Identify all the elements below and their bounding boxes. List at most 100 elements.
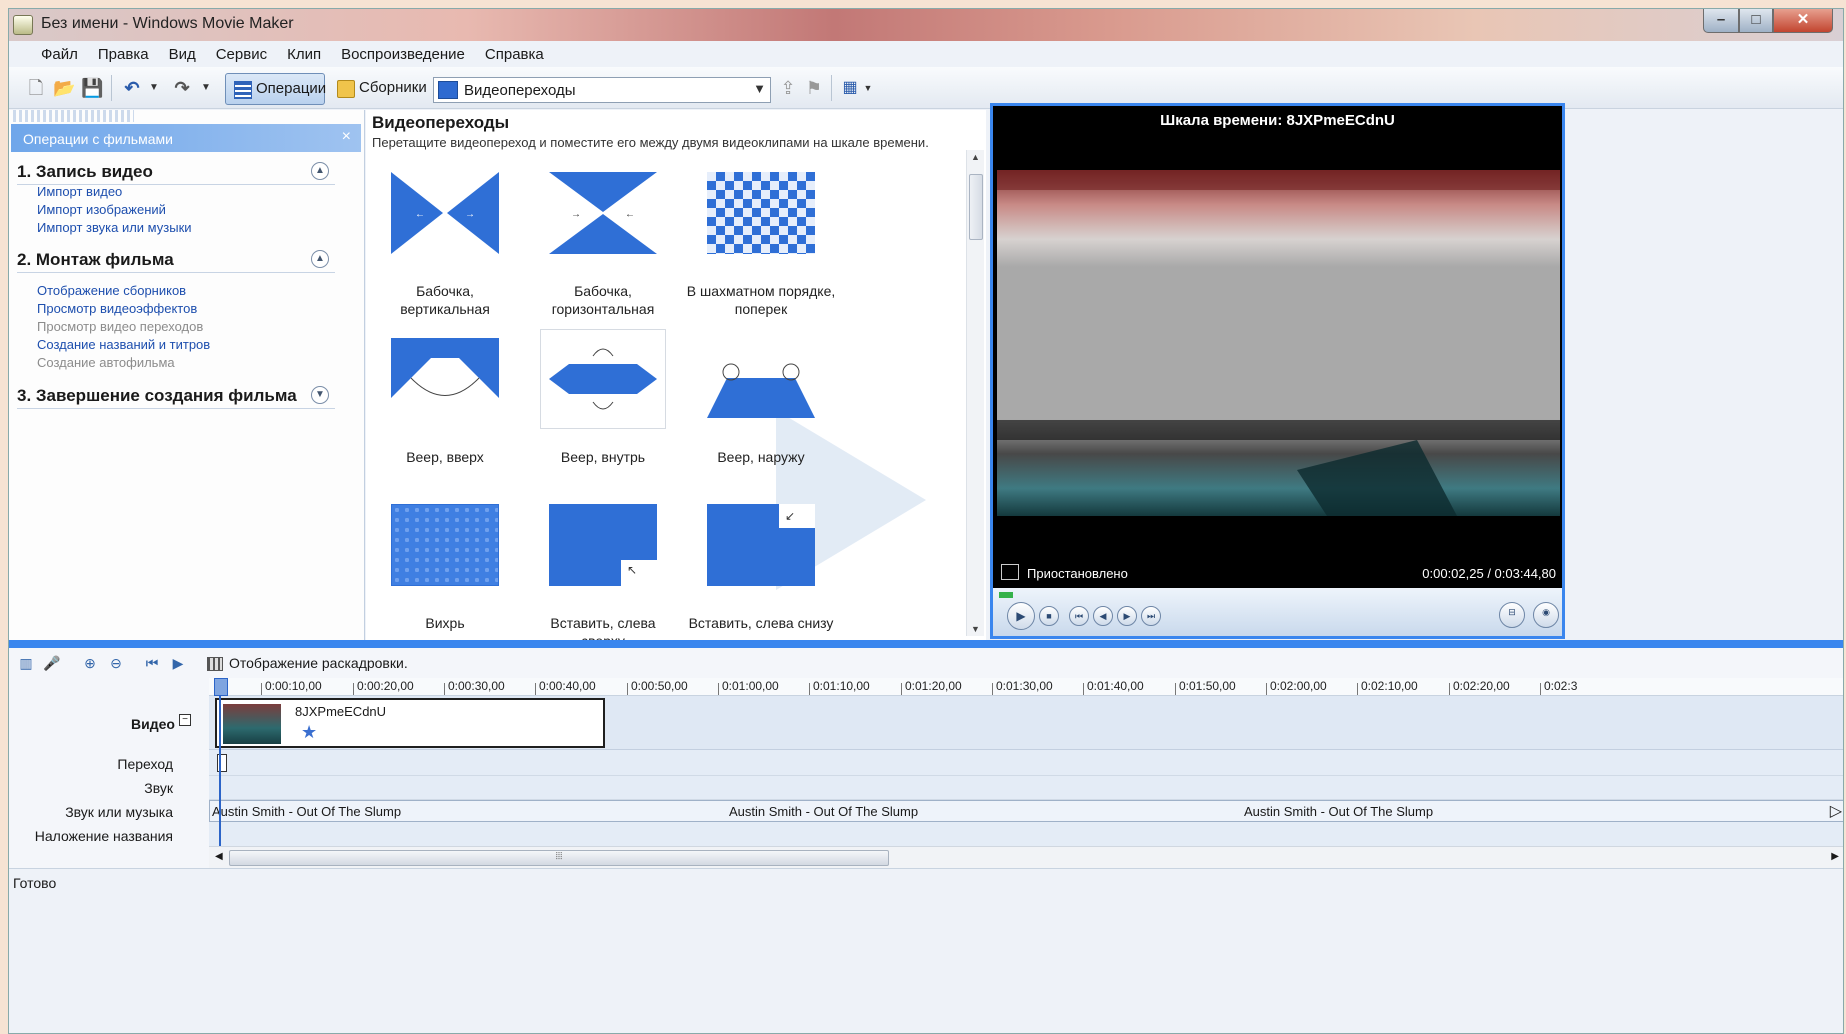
- swirl-thumbnail: [391, 504, 499, 586]
- scrollbar-thumb[interactable]: ⦙⦙⦙: [229, 850, 889, 866]
- split-clip-icon[interactable]: ⊟: [1499, 602, 1525, 628]
- scroll-up-icon[interactable]: ▲: [971, 152, 980, 162]
- view-dropdown-icon[interactable]: ▼: [857, 77, 879, 99]
- menu-playback[interactable]: Воспроизведение: [331, 41, 475, 67]
- svg-text:↖: ↖: [627, 563, 637, 577]
- preview-title: Шкала времени: 8JXPmeECdnU: [1160, 112, 1395, 129]
- task-view-effects[interactable]: Просмотр видеоэффектов: [37, 301, 197, 316]
- task-import-video[interactable]: Импорт видео: [37, 184, 122, 199]
- menu-file[interactable]: Файл: [31, 41, 88, 67]
- ruler-tick: 0:01:40,00: [1083, 679, 1144, 695]
- timeline-ruler[interactable]: 0:00:10,00 0:00:20,00 0:00:30,00 0:00:40…: [209, 678, 1843, 696]
- task-import-audio[interactable]: Импорт звука или музыки: [37, 220, 192, 235]
- tasks-panel-header: Операции с фильмами ×: [11, 124, 361, 152]
- task-make-titles[interactable]: Создание названий и титров: [37, 337, 210, 352]
- redo-icon[interactable]: ↷: [171, 77, 193, 99]
- transition-tile[interactable]: Вихрь: [370, 504, 520, 632]
- save-project-icon[interactable]: 💾: [81, 77, 103, 99]
- panel-divider[interactable]: [9, 640, 1843, 648]
- transition-tile[interactable]: Веер, вверх: [370, 338, 520, 466]
- video-track[interactable]: 8JXPmeECdnU ★: [209, 696, 1843, 750]
- menu-view[interactable]: Вид: [159, 41, 206, 67]
- scroll-right-icon[interactable]: ▶: [1831, 851, 1839, 862]
- title-overlay-track[interactable]: [209, 822, 1843, 846]
- undo-icon[interactable]: ↶: [121, 77, 143, 99]
- open-project-icon[interactable]: 📂: [53, 77, 75, 99]
- menu-clip[interactable]: Клип: [277, 41, 331, 67]
- transition-tile[interactable]: ← → Бабочка, вертикальная: [370, 172, 520, 318]
- playhead[interactable]: [214, 678, 228, 846]
- timeline[interactable]: 0:00:10,00 0:00:20,00 0:00:30,00 0:00:40…: [209, 678, 1843, 846]
- transition-tile[interactable]: → ← Бабочка, горизонтальная: [528, 172, 678, 318]
- transition-tile[interactable]: В шахматном порядке, поперек: [686, 172, 836, 318]
- up-level-icon[interactable]: ⇪: [777, 77, 799, 99]
- collapse-section-icon[interactable]: ▲: [311, 162, 329, 180]
- menu-edit[interactable]: Правка: [88, 41, 159, 67]
- effect-star-icon: ★: [301, 722, 318, 742]
- transition-tile[interactable]: Веер, внутрь: [528, 329, 678, 466]
- scrollbar-thumb[interactable]: [969, 174, 983, 240]
- minimize-button[interactable]: –: [1703, 9, 1739, 33]
- section-capture-title[interactable]: 1. Запись видео: [17, 162, 335, 185]
- transition-tile[interactable]: ↙ Вставить, слева снизу: [686, 504, 836, 632]
- section-finish-title[interactable]: 3. Завершение создания фильма: [17, 386, 335, 409]
- menu-tools[interactable]: Сервис: [206, 41, 277, 67]
- scroll-down-icon[interactable]: ▼: [971, 624, 980, 634]
- collapse-section-icon[interactable]: ▲: [311, 250, 329, 268]
- undo-dropdown-icon[interactable]: ▼: [143, 77, 165, 99]
- preview-monitor: Шкала времени: 8JXPmeECdnU Приостановлен…: [990, 103, 1565, 639]
- music-track[interactable]: Austin Smith - Out Of The Slump Austin S…: [209, 800, 1843, 822]
- svg-text:←: ←: [625, 209, 635, 220]
- track-end-icon: ▷: [1829, 803, 1842, 820]
- content-title: Видеопереходы: [372, 113, 510, 132]
- show-storyboard-button[interactable]: Отображение раскадровки.: [207, 655, 408, 672]
- menu-help[interactable]: Справка: [475, 41, 554, 67]
- ruler-tick: 0:02:10,00: [1357, 679, 1418, 695]
- video-clip[interactable]: 8JXPmeECdnU ★: [215, 698, 605, 748]
- music-clip-label[interactable]: Austin Smith - Out Of The Slump: [729, 804, 918, 819]
- set-audio-levels-icon[interactable]: ▥: [17, 654, 35, 672]
- transition-tile[interactable]: ↖ Вставить, слева сверху: [528, 504, 678, 650]
- music-clip-label[interactable]: Austin Smith - Out Of The Slump: [1244, 804, 1433, 819]
- previous-frame-button[interactable]: ⏮: [1069, 606, 1089, 626]
- task-import-images[interactable]: Импорт изображений: [37, 202, 166, 217]
- rewind-timeline-icon[interactable]: ⏮: [143, 654, 161, 672]
- task-show-collections[interactable]: Отображение сборников: [37, 283, 186, 298]
- redo-dropdown-icon[interactable]: ▼: [195, 77, 217, 99]
- stop-button[interactable]: ■: [1039, 606, 1059, 626]
- preview-status-bar: Приостановлено 0:00:02,25 / 0:03:44,80: [997, 562, 1560, 586]
- audio-track[interactable]: [209, 776, 1843, 800]
- next-frame-button[interactable]: ⏭: [1141, 606, 1161, 626]
- content-scrollbar[interactable]: ▲ ▼: [966, 150, 984, 636]
- scroll-left-icon[interactable]: ◀: [215, 851, 223, 862]
- maximize-button[interactable]: □: [1739, 9, 1773, 33]
- status-bar: Готово: [9, 868, 1843, 894]
- expand-section-icon[interactable]: ▼: [311, 386, 329, 404]
- operations-button[interactable]: Операции: [225, 73, 326, 105]
- collapse-track-icon[interactable]: −: [179, 714, 191, 726]
- close-panel-icon[interactable]: ×: [342, 128, 351, 146]
- zoom-in-icon[interactable]: ⊕: [81, 654, 99, 672]
- new-project-icon[interactable]: 🗋: [25, 77, 47, 99]
- play-button[interactable]: ▶: [1007, 602, 1035, 630]
- close-button[interactable]: ✕: [1773, 9, 1833, 33]
- transition-tile[interactable]: Веер, наружу: [686, 338, 836, 466]
- rewind-button[interactable]: ◀: [1093, 606, 1113, 626]
- transition-track[interactable]: [209, 750, 1843, 776]
- section-edit-title[interactable]: 2. Монтаж фильма: [17, 250, 335, 273]
- narrate-icon[interactable]: 🎤: [43, 654, 61, 672]
- play-timeline-icon[interactable]: ▶: [169, 654, 187, 672]
- music-clip-label[interactable]: Austin Smith - Out Of The Slump: [212, 804, 401, 819]
- track-label-transition: Переход: [117, 756, 173, 772]
- track-label-audio: Звук: [144, 780, 173, 796]
- storyboard-icon: [207, 657, 223, 672]
- new-collection-icon[interactable]: ⚑: [803, 77, 825, 99]
- timeline-scrollbar[interactable]: ◀ ⦙⦙⦙ ▶: [209, 846, 1843, 868]
- inset-top-left-thumbnail: ↖: [549, 504, 657, 586]
- take-picture-icon[interactable]: ◉: [1533, 602, 1559, 628]
- forward-button[interactable]: ▶: [1117, 606, 1137, 626]
- collection-select[interactable]: Видеопереходы ▼: [433, 77, 771, 103]
- seek-bar[interactable]: [999, 592, 1013, 598]
- zoom-out-icon[interactable]: ⊖: [107, 654, 125, 672]
- collections-button[interactable]: Сборники: [329, 73, 429, 105]
